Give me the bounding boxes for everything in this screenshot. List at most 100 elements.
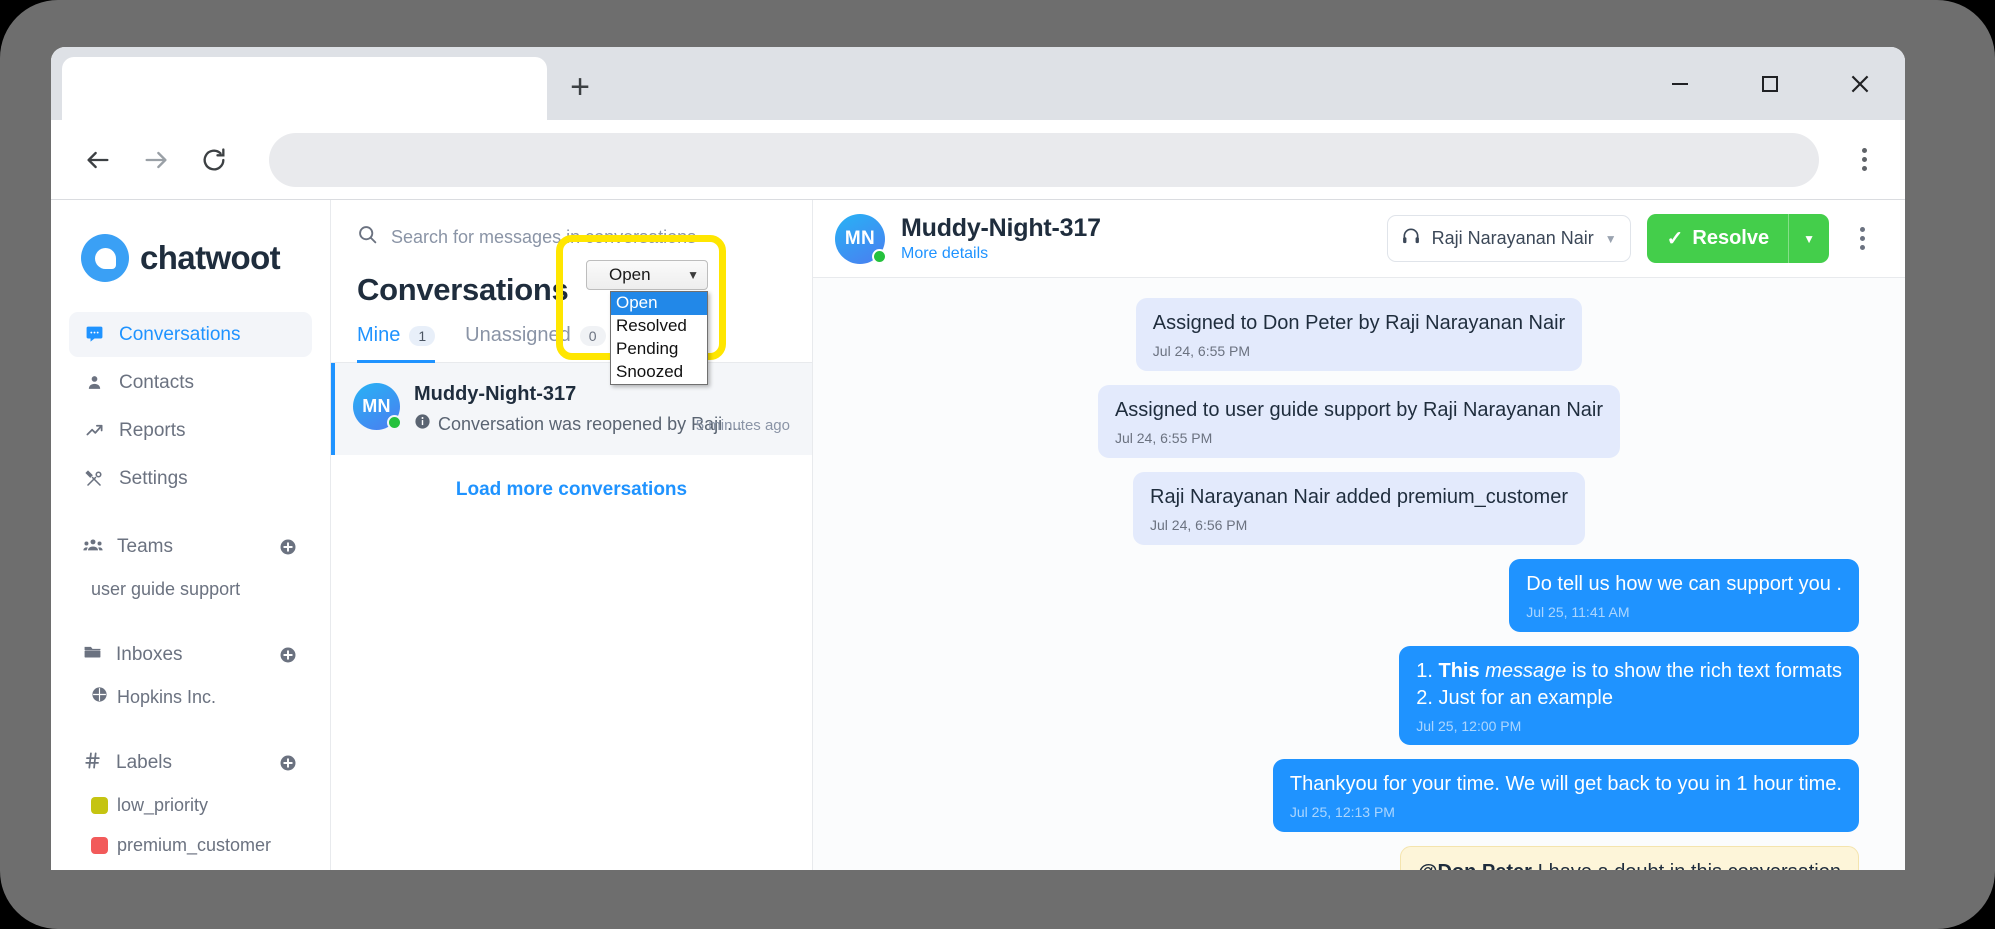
page-title: Conversations: [331, 264, 812, 312]
browser-tab[interactable]: [62, 57, 547, 120]
message-list: Assigned to Don Peter by Raji Narayanan …: [813, 278, 1905, 870]
conversation-tabs: Mine 1 Unassigned 0 All: [331, 312, 812, 363]
assignee-name: Raji Narayanan Nair: [1432, 228, 1594, 249]
tab-label: Unassigned: [465, 324, 571, 347]
sidebar-inbox-hopkins-inc[interactable]: Hopkins Inc.: [69, 677, 312, 717]
conversation-more-menu-button[interactable]: [1845, 216, 1879, 262]
online-indicator: [387, 415, 402, 430]
new-tab-button[interactable]: +: [551, 58, 609, 116]
search-input[interactable]: [391, 227, 786, 248]
tab-unassigned[interactable]: Unassigned 0: [465, 324, 605, 363]
conversation-header: MN Muddy-Night-317 More details Raji Nar…: [813, 200, 1905, 278]
status-filter: Open ▼ Open Resolved Pending Snoozed: [586, 260, 708, 290]
search-icon: [357, 224, 378, 250]
status-option-snoozed[interactable]: Snoozed: [611, 361, 707, 384]
sidebar-section-labels: Labels: [69, 741, 312, 785]
message-timestamp: Jul 25, 11:41 AM: [1526, 603, 1842, 622]
sidebar-team-user-guide-support[interactable]: user guide support: [69, 569, 312, 609]
chevron-down-icon: ▼: [1605, 232, 1617, 246]
message-text: Thankyou for your time. We will get back…: [1290, 771, 1842, 798]
message-row: Assigned to user guide support by Raji N…: [859, 385, 1859, 458]
activity-message: Raji Narayanan Nair added premium_custom…: [1133, 472, 1585, 545]
section-title: Inboxes: [116, 644, 264, 666]
activity-message: Assigned to Don Peter by Raji Narayanan …: [1136, 298, 1582, 371]
online-indicator: [872, 249, 887, 264]
status-filter-select[interactable]: Open ▼: [586, 260, 708, 290]
message-row: Assigned to Don Peter by Raji Narayanan …: [859, 298, 1859, 371]
tab-count: 0: [580, 326, 606, 346]
minimize-button[interactable]: [1635, 47, 1725, 120]
brand-logo: chatwoot: [69, 200, 312, 312]
conversation-view: MN Muddy-Night-317 More details Raji Nar…: [813, 200, 1905, 870]
load-more-conversations-button[interactable]: Load more conversations: [331, 455, 812, 525]
message-text: Assigned to user guide support by Raji N…: [1115, 397, 1603, 424]
sidebar-item-reports[interactable]: Reports: [69, 408, 312, 453]
maximize-button[interactable]: [1725, 47, 1815, 120]
message-timestamp: Jul 25, 12:00 PM: [1416, 717, 1842, 736]
add-inbox-button[interactable]: [278, 645, 298, 665]
sidebar-item-contacts[interactable]: Contacts: [69, 360, 312, 405]
avatar-initials: MN: [845, 228, 875, 250]
list-number: 1.: [1416, 660, 1433, 682]
note-text: @Don Peter I have a doubt in this conver…: [1418, 859, 1841, 870]
kebab-menu-icon[interactable]: [1841, 131, 1887, 189]
rich-list-line-1: 1. This message is to show the rich text…: [1416, 658, 1842, 685]
mention[interactable]: @Don Peter: [1418, 861, 1532, 870]
message-timestamp: Jul 24, 6:55 PM: [1115, 429, 1603, 448]
assignee-selector[interactable]: Raji Narayanan Nair ▼: [1387, 215, 1631, 262]
tab-label: Mine: [357, 324, 400, 347]
resolve-dropdown-button[interactable]: ▼: [1788, 214, 1829, 263]
label-text: premium_customer: [117, 835, 271, 856]
conversation-timestamp: 5 minutes ago: [696, 417, 790, 434]
tab-mine[interactable]: Mine 1: [357, 324, 435, 363]
trending-up-icon: [83, 421, 105, 440]
status-option-resolved[interactable]: Resolved: [611, 315, 707, 338]
sidebar-label-premium-customer[interactable]: premium_customer: [69, 825, 312, 865]
message-text: Do tell us how we can support you .: [1526, 571, 1842, 598]
status-filter-value: Open: [609, 265, 651, 285]
message-row: @Don Peter I have a doubt in this conver…: [859, 846, 1859, 870]
info-icon: [414, 413, 431, 435]
bold-text: This: [1438, 660, 1479, 682]
message-timestamp: Jul 24, 6:55 PM: [1153, 342, 1565, 361]
section-title: Labels: [116, 752, 264, 774]
person-icon: [83, 374, 105, 391]
forward-arrow-icon[interactable]: [127, 131, 185, 189]
people-icon: [83, 536, 103, 558]
message-timestamp: Jul 24, 6:56 PM: [1150, 516, 1568, 535]
sidebar-item-conversations[interactable]: Conversations: [69, 312, 312, 357]
sidebar-label-low-priority[interactable]: low_priority: [69, 785, 312, 825]
close-button[interactable]: [1815, 47, 1905, 120]
globe-icon: [91, 686, 108, 708]
conversation-list-item[interactable]: MN Muddy-Night-317 Conversation was reop…: [331, 363, 812, 455]
sidebar-item-label: Contacts: [119, 372, 194, 394]
message-row: 1. This message is to show the rich text…: [859, 646, 1859, 746]
message-text: Raji Narayanan Nair added premium_custom…: [1150, 484, 1568, 511]
add-team-button[interactable]: [278, 537, 298, 557]
chevron-down-icon: ▼: [1803, 232, 1815, 246]
section-title: Teams: [117, 536, 264, 558]
device-frame: +: [0, 0, 1995, 929]
sidebar-section-inboxes: Inboxes: [69, 633, 312, 677]
status-option-pending[interactable]: Pending: [611, 338, 707, 361]
outgoing-message: Thankyou for your time. We will get back…: [1273, 759, 1859, 832]
chat-bubble-icon: [83, 325, 105, 344]
more-details-link[interactable]: More details: [901, 245, 1371, 263]
headset-icon: [1401, 226, 1421, 251]
check-icon: ✓: [1667, 226, 1684, 251]
sidebar-item-label: Settings: [119, 468, 188, 490]
status-option-open[interactable]: Open: [611, 292, 707, 315]
reload-icon[interactable]: [185, 131, 243, 189]
message-timestamp: Jul 25, 12:13 PM: [1290, 803, 1842, 822]
chevron-down-icon: ▼: [687, 268, 699, 282]
avatar: MN: [835, 214, 885, 264]
outgoing-message: Do tell us how we can support you . Jul …: [1509, 559, 1859, 632]
conversation-title: Muddy-Night-317: [901, 214, 1371, 243]
url-input[interactable]: [269, 133, 1819, 187]
brand-name: chatwoot: [140, 239, 280, 277]
sidebar-item-settings[interactable]: Settings: [69, 456, 312, 501]
add-label-button[interactable]: [278, 753, 298, 773]
resolve-button[interactable]: ✓ Resolve ▼: [1647, 214, 1829, 263]
back-arrow-icon[interactable]: [69, 131, 127, 189]
status-filter-options: Open Resolved Pending Snoozed: [610, 291, 708, 385]
